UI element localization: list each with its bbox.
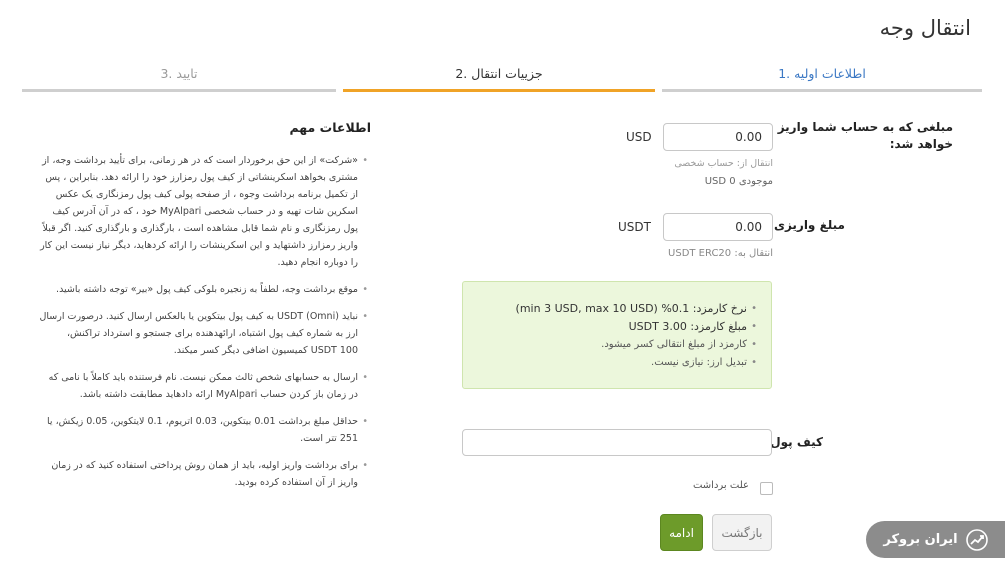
wallet-input[interactable] bbox=[462, 429, 772, 456]
transfer-from: انتقال از: حساب شخصی bbox=[674, 158, 773, 169]
info-item-same-method: برای برداشت واریز اولیه، باید از همان رو… bbox=[38, 457, 368, 491]
step-transfer-details: 2. جزییات انتقال bbox=[343, 66, 655, 92]
info-item-third-party: ارسال به حسابهای شخص ثالث ممکن نیست. نام… bbox=[38, 369, 368, 403]
amount-currency: USD bbox=[626, 130, 652, 144]
withdraw-reason-label: علت برداشت bbox=[692, 480, 749, 491]
deposit-currency: USDT bbox=[618, 220, 651, 234]
withdraw-reason-checkbox[interactable] bbox=[760, 482, 773, 495]
amount-label: مبلغی که به حساب شما واریز خواهد شد: bbox=[777, 120, 953, 151]
transfer-to: انتقال به: USDT ERC20 bbox=[668, 248, 773, 259]
balance: موجودی 0 USD bbox=[704, 176, 773, 187]
info-item-blockchain: موقع برداشت وجه، لطفاً به زنجیره بلوکی ک… bbox=[38, 281, 368, 298]
continue-button[interactable]: ادامه bbox=[660, 514, 703, 551]
step-initial-info[interactable]: 1. اطلاعات اولیه bbox=[662, 66, 982, 92]
amount-input[interactable] bbox=[663, 123, 773, 151]
deposit-label: مبلغ واریزی: bbox=[769, 218, 845, 232]
wallet-label: کیف پول bbox=[770, 435, 823, 449]
fee-amount: مبلغ کارمزد: 3.00 USDT bbox=[473, 318, 757, 336]
info-item-minimum: حداقل مبلغ برداشت 0.01 بیتکوین، 0.03 اتر… bbox=[38, 413, 368, 447]
fee-info-box: نرخ کارمزد: 0.1% (min 3 USD, max 10 USD)… bbox=[462, 281, 772, 389]
fee-deducted-note: کارمزد از مبلغ انتقالی کسر میشود. bbox=[473, 336, 757, 354]
deposit-input[interactable] bbox=[663, 213, 773, 241]
back-button[interactable]: بازگشت bbox=[712, 514, 772, 551]
info-list: «شرکت» از این حق برخوردار است که در هر ز… bbox=[38, 152, 369, 501]
chart-arrow-icon bbox=[965, 528, 988, 551]
info-title: اطلاعات مهم bbox=[289, 120, 372, 135]
step-confirm: 3. تایید bbox=[22, 66, 336, 92]
info-item-omni: نباید USDT (Omni) به کیف پول بیتکوین یا … bbox=[38, 308, 369, 359]
page-title: انتقال وجه bbox=[879, 16, 971, 40]
watermark-text: ایران بروکر bbox=[883, 532, 958, 547]
info-item-screenshot: «شرکت» از این حق برخوردار است که در هر ز… bbox=[38, 152, 368, 271]
currency-conversion-note: تبدیل ارز: نیازی نیست. bbox=[473, 354, 757, 372]
watermark: ایران بروکر bbox=[866, 521, 1005, 558]
fee-rate: نرخ کارمزد: 0.1% (min 3 USD, max 10 USD) bbox=[473, 300, 757, 318]
